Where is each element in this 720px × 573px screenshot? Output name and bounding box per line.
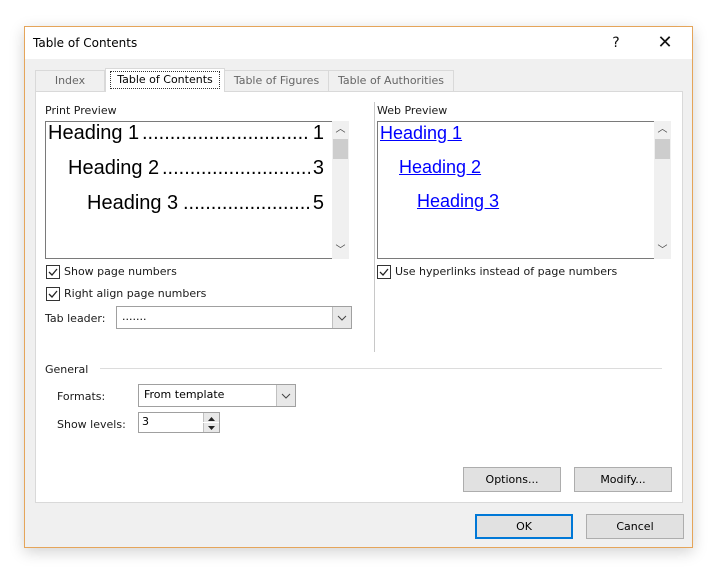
scrollbar-thumb[interactable] <box>655 139 670 159</box>
use-hyperlinks-checkbox[interactable] <box>377 265 391 279</box>
print-preview-line: Heading 11 .............................… <box>48 122 324 144</box>
general-group-label: General <box>45 363 89 376</box>
web-preview-link[interactable]: Heading 2 <box>399 157 481 178</box>
triangle-down-icon <box>208 426 215 430</box>
tab-leader-select[interactable]: ....... <box>116 306 352 329</box>
modify-button[interactable]: Modify... <box>574 467 672 492</box>
chevron-down-icon[interactable]: ﹀ <box>654 242 671 259</box>
cancel-button[interactable]: Cancel <box>586 514 684 539</box>
table-of-contents-dialog: Table of Contents ? ✕ Index Table of Con… <box>24 26 693 548</box>
help-button[interactable]: ? <box>593 27 639 59</box>
print-preview-line: Heading 23 .............................… <box>68 157 324 179</box>
ok-button[interactable]: OK <box>475 514 573 539</box>
help-icon: ? <box>612 35 620 51</box>
tab-table-of-authorities[interactable]: Table of Authorities <box>328 70 454 91</box>
web-preview-label: Web Preview <box>377 104 448 117</box>
checkmark-icon <box>379 268 389 276</box>
tab-table-of-figures[interactable]: Table of Figures <box>223 70 330 91</box>
web-preview-box: Heading 1 Heading 2 Heading 3 <box>377 121 655 259</box>
chevron-down-icon <box>281 393 291 399</box>
show-page-numbers-checkbox[interactable] <box>46 265 60 279</box>
general-group-divider <box>100 368 662 369</box>
tab-table-of-contents[interactable]: Table of Contents <box>105 68 225 92</box>
use-hyperlinks-label[interactable]: Use hyperlinks instead of page numbers <box>395 265 617 278</box>
print-preview-scrollbar[interactable]: ︿ ﹀ <box>332 121 349 259</box>
chevron-down-icon <box>337 315 347 321</box>
tab-index[interactable]: Index <box>35 70 105 91</box>
formats-label: Formats: <box>57 390 106 403</box>
title-bar: Table of Contents ? ✕ <box>25 27 692 59</box>
spin-down-button[interactable] <box>203 423 219 432</box>
formats-select[interactable]: From template <box>138 384 296 407</box>
show-levels-spinner[interactable]: 3 <box>138 412 220 433</box>
dropdown-button[interactable] <box>276 385 295 406</box>
right-align-checkbox[interactable] <box>46 287 60 301</box>
print-preview-line: Heading 35 .............................… <box>87 192 324 214</box>
dialog-title: Table of Contents <box>33 36 138 50</box>
scrollbar-thumb[interactable] <box>333 139 348 159</box>
web-preview-link[interactable]: Heading 1 <box>380 123 462 144</box>
chevron-down-icon[interactable]: ﹀ <box>332 242 349 259</box>
show-levels-label: Show levels: <box>57 418 126 431</box>
show-page-numbers-label[interactable]: Show page numbers <box>64 265 177 278</box>
right-align-label[interactable]: Right align page numbers <box>64 287 206 300</box>
preview-divider <box>374 102 375 352</box>
tab-panel: Print Preview Heading 11 ...............… <box>35 91 683 503</box>
dropdown-button[interactable] <box>332 307 351 328</box>
spin-up-button[interactable] <box>203 413 219 422</box>
close-button[interactable]: ✕ <box>642 27 688 59</box>
options-button[interactable]: Options... <box>463 467 561 492</box>
close-icon: ✕ <box>657 32 673 53</box>
web-preview-link[interactable]: Heading 3 <box>417 191 499 212</box>
triangle-up-icon <box>208 417 215 421</box>
print-preview-label: Print Preview <box>45 104 117 117</box>
checkmark-icon <box>48 268 58 276</box>
chevron-up-icon[interactable]: ︿ <box>332 121 349 138</box>
print-preview-box: Heading 11 .............................… <box>45 121 333 259</box>
tab-leader-label: Tab leader: <box>45 312 106 325</box>
chevron-up-icon[interactable]: ︿ <box>654 121 671 138</box>
checkmark-icon <box>48 290 58 298</box>
web-preview-scrollbar[interactable]: ︿ ﹀ <box>654 121 671 259</box>
